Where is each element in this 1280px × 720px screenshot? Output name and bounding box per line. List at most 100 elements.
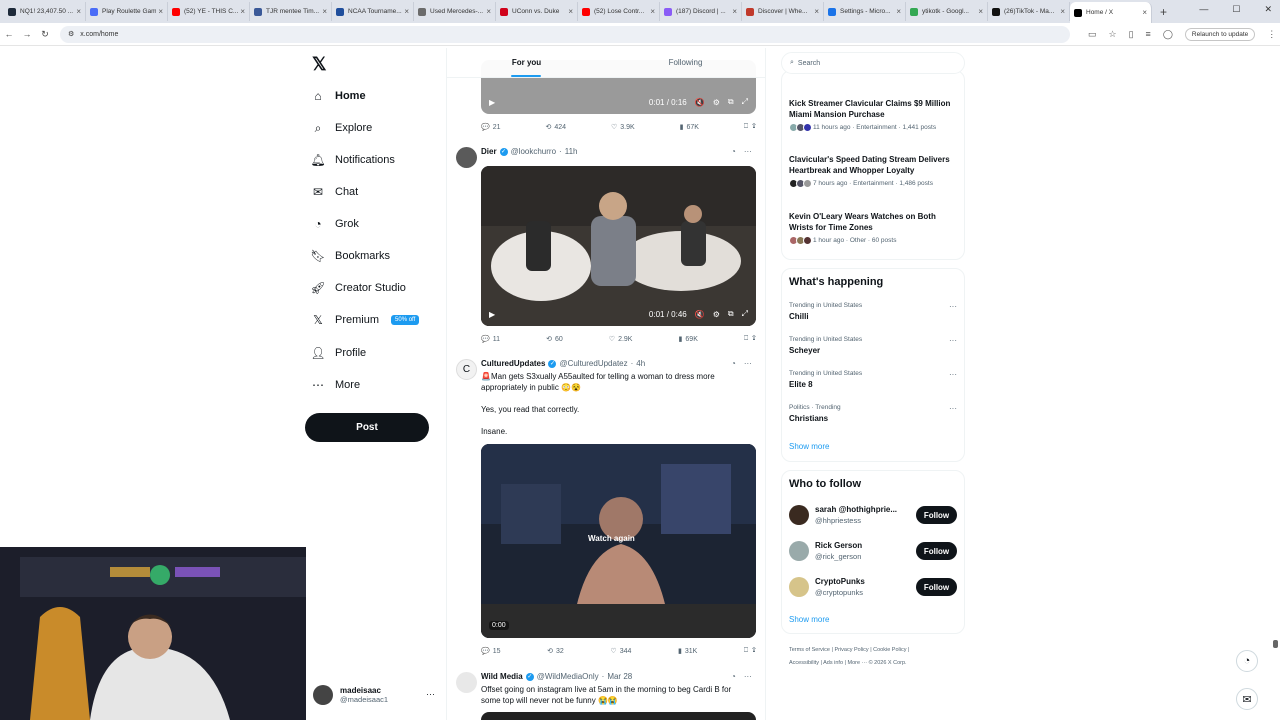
maximize-icon[interactable]: ☐ — [1232, 4, 1240, 15]
grok-icon[interactable]: ◔ — [731, 672, 736, 681]
reply-button[interactable]: 💬 21 — [481, 123, 501, 132]
fullscreen-icon[interactable]: ⤢ — [742, 309, 748, 319]
author-handle[interactable]: @CulturedUpdatez — [559, 359, 627, 368]
x-logo-icon[interactable]: 𝕏 — [312, 54, 328, 74]
bookmark-icon[interactable]: ⎕ ⇪ — [744, 335, 756, 343]
browser-tab[interactable]: TJR mentee Tim... × — [250, 2, 332, 21]
pip-icon[interactable]: ⧉ — [728, 309, 734, 319]
reload-icon[interactable]: ↻ — [36, 29, 54, 40]
search-input[interactable]: ⌕ Search — [781, 52, 965, 74]
browser-tab[interactable]: (52) Lose Contr... × — [578, 2, 660, 21]
footer-links[interactable]: Terms of Service | Privacy Policy | Cook… — [789, 644, 964, 657]
browser-tab[interactable]: ytikotk - Googl... × — [906, 2, 988, 21]
close-tab-icon[interactable]: × — [158, 7, 163, 16]
close-tab-icon[interactable]: × — [404, 7, 409, 16]
repost-button[interactable]: ⟲ 424 — [545, 123, 566, 132]
sidebar-icon[interactable]: ▯ — [1129, 29, 1134, 40]
browser-tab[interactable]: Play Roulette Game × — [86, 2, 168, 21]
like-button[interactable]: ♡ 344 — [610, 647, 631, 656]
sidebar-item-grok[interactable]: ◔ Grok — [311, 217, 358, 231]
author-handle[interactable]: @lookchurro — [511, 147, 556, 156]
author-name[interactable]: Wild Media — [481, 672, 523, 681]
sidebar-item-premium[interactable]: 𝕏 Premium 50% off — [311, 313, 420, 327]
fullscreen-icon[interactable]: ⤢ — [742, 97, 748, 107]
tweet-time[interactable]: Mar 28 — [607, 672, 632, 681]
trend-item[interactable]: Trending in United States Chilli ··· — [789, 302, 959, 321]
sidebar-item-creator-studio[interactable]: 🚀︎ Creator Studio — [310, 281, 406, 295]
avatar[interactable] — [456, 147, 477, 168]
sidebar-item-explore[interactable]: ⌕ Explore — [311, 121, 373, 135]
sidebar-item-home[interactable]: ⌂ Home — [311, 89, 365, 103]
news-item[interactable]: Kick Streamer Clavicular Claims $9 Milli… — [789, 98, 959, 132]
settings-icon[interactable]: ⚙ — [713, 310, 720, 319]
close-tab-icon[interactable]: × — [1060, 7, 1065, 16]
account-switcher[interactable]: madeisaac @madeisaac1 ··· — [313, 685, 435, 705]
bookmark-icon[interactable]: ⎕ ⇪ — [744, 647, 756, 655]
tweet-time[interactable]: 4h — [636, 359, 645, 368]
tweet-time[interactable]: 11h — [565, 147, 578, 156]
close-tab-icon[interactable]: × — [896, 7, 901, 16]
install-icon[interactable]: ▭ — [1088, 29, 1097, 40]
repost-button[interactable]: ⟲ 60 — [546, 335, 563, 344]
author-handle[interactable]: @WildMediaOnly — [537, 672, 599, 681]
tab-following[interactable]: Following — [606, 48, 765, 77]
close-tab-icon[interactable]: × — [814, 7, 819, 16]
more-icon[interactable]: ··· — [949, 336, 957, 345]
sidebar-item-more[interactable]: ⋯ More — [311, 378, 360, 392]
url-field[interactable]: ⚙ x.com/home — [60, 25, 1070, 43]
grok-icon[interactable]: ◔ — [731, 147, 736, 156]
close-tab-icon[interactable]: × — [76, 7, 81, 16]
repost-button[interactable]: ⟲ 32 — [547, 647, 564, 656]
bookmark-icon[interactable]: ⎕ ⇪ — [744, 123, 756, 131]
show-more-link[interactable]: Show more — [789, 615, 829, 624]
avatar[interactable]: C — [456, 359, 477, 380]
more-icon[interactable]: ··· — [949, 370, 957, 379]
news-item[interactable]: Kevin O'Leary Wears Watches on Both Wris… — [789, 211, 959, 245]
browser-tab[interactable]: (26)TikTok - Ma... × — [988, 2, 1070, 21]
close-tab-icon[interactable]: × — [1142, 8, 1147, 17]
play-icon[interactable]: ▶ — [489, 98, 495, 107]
more-icon[interactable]: ··· — [426, 689, 435, 699]
views-button[interactable]: ▮ 69K — [679, 335, 698, 344]
follow-button[interactable]: Follow — [916, 578, 957, 596]
scrollbar[interactable] — [1273, 640, 1278, 648]
video-player[interactable]: ▶ 0:01 / 0:46 🔇 ⚙ ⧉ ⤢ — [481, 166, 756, 326]
more-icon[interactable]: ··· — [949, 404, 957, 413]
like-button[interactable]: ♡ 3.9K — [611, 123, 635, 132]
tab-for-you[interactable]: For you — [447, 48, 606, 77]
post-button[interactable]: Post — [305, 413, 429, 442]
trend-item[interactable]: Trending in United States Scheyer ··· — [789, 336, 959, 355]
settings-icon[interactable]: ⚙ — [713, 98, 720, 107]
close-tab-icon[interactable]: × — [732, 7, 737, 16]
pip-icon[interactable]: ⧉ — [728, 97, 734, 107]
trend-item[interactable]: Trending in United States Elite 8 ··· — [789, 370, 959, 389]
reply-button[interactable]: 💬 11 — [481, 335, 500, 344]
site-info-icon[interactable]: ⚙ — [68, 30, 74, 38]
like-button[interactable]: ♡ 2.9K — [609, 335, 633, 344]
footer-links[interactable]: Accessibility | Ads info | More ··· © 20… — [789, 657, 964, 670]
close-tab-icon[interactable]: × — [486, 7, 491, 16]
watch-again-button[interactable]: Watch again — [588, 534, 635, 543]
browser-tab[interactable]: (187) Discord | ... × — [660, 2, 742, 21]
forward-icon[interactable]: → — [18, 29, 36, 39]
follow-suggestion[interactable]: CryptoPunks @cryptopunks Follow — [789, 575, 959, 599]
follow-suggestion[interactable]: sarah @hothighprie... @hhpriestess Follow — [789, 503, 959, 527]
profile-icon[interactable]: ◯ — [1163, 29, 1173, 40]
follow-suggestion[interactable]: Rick Gerson @rick_gerson Follow — [789, 539, 959, 563]
reply-button[interactable]: 💬 15 — [481, 647, 501, 656]
follow-button[interactable]: Follow — [916, 542, 957, 560]
grok-icon[interactable]: ◔ — [731, 359, 736, 368]
author-name[interactable]: Dier — [481, 147, 497, 156]
minimize-icon[interactable]: — — [1199, 4, 1208, 15]
author-name[interactable]: CulturedUpdates — [481, 359, 545, 368]
messages-float-icon[interactable]: ✉ — [1236, 688, 1258, 710]
browser-tab[interactable]: Discover | Whe... × — [742, 2, 824, 21]
browser-tab[interactable]: NQ1! 23,407.50 ... × — [4, 2, 86, 21]
trend-item[interactable]: Politics · Trending Christians ··· — [789, 404, 959, 423]
close-icon[interactable]: ✕ — [1264, 4, 1272, 15]
mute-icon[interactable]: 🔇 — [695, 98, 705, 107]
relaunch-button[interactable]: Relaunch to update — [1184, 27, 1256, 41]
close-tab-icon[interactable]: × — [568, 7, 573, 16]
play-icon[interactable]: ▶ — [489, 310, 495, 319]
avatar[interactable] — [456, 672, 477, 693]
